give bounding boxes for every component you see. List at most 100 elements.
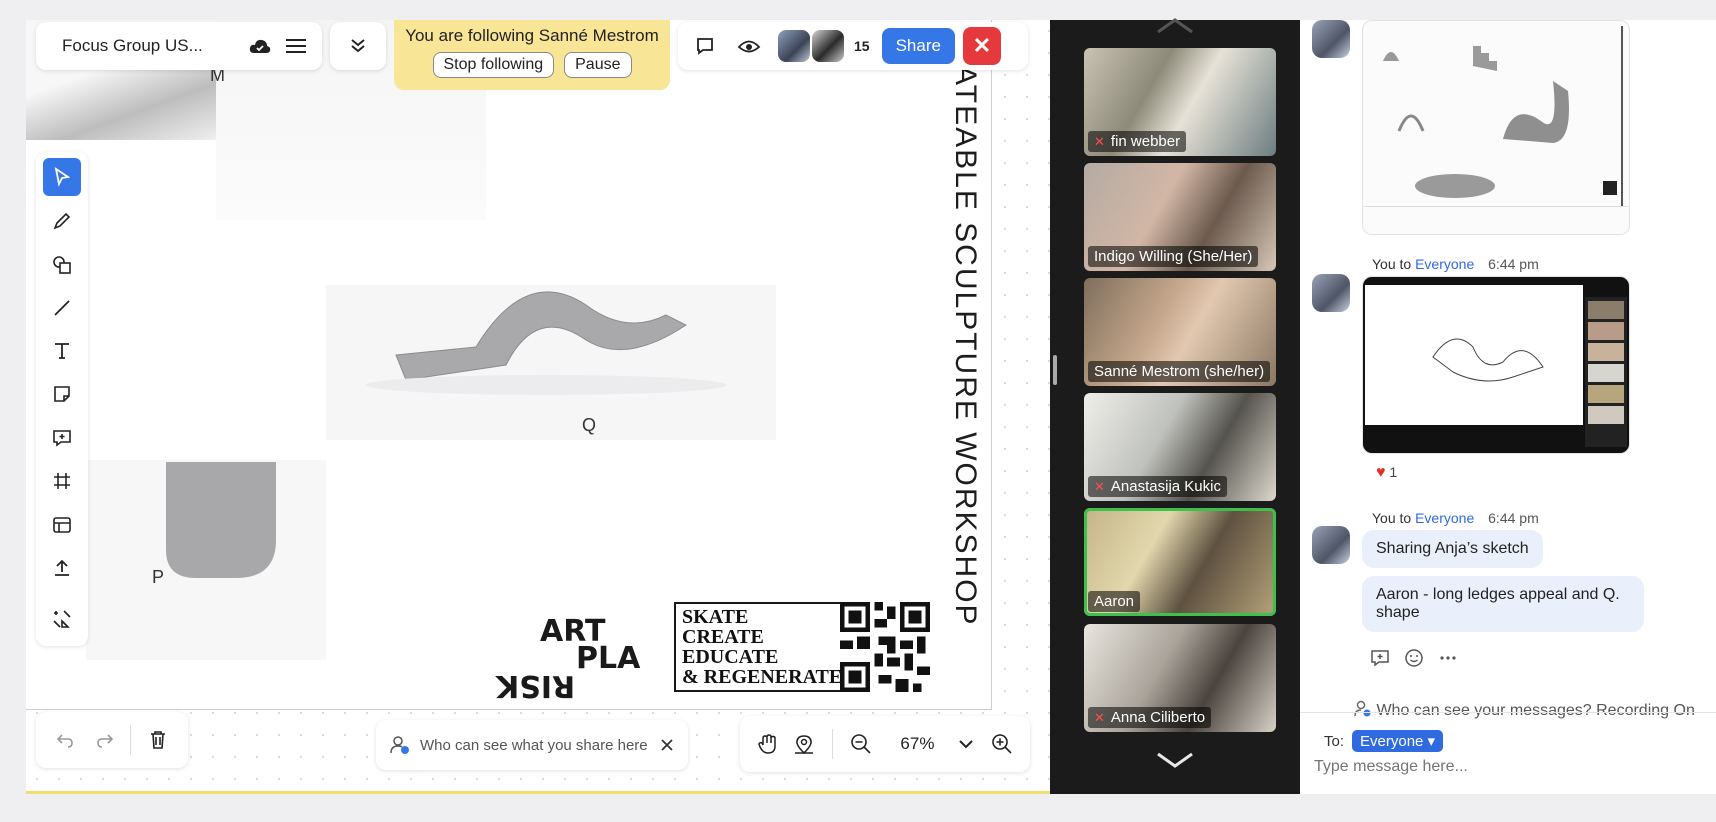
participant-name: Sanné Mestrom (she/her): [1088, 361, 1271, 382]
cloud-saved-icon[interactable]: [248, 34, 272, 58]
pen-tool[interactable]: [43, 202, 81, 240]
chat-privacy-notice[interactable]: Who can see your messages? Recording On: [1354, 700, 1695, 720]
mic-muted-icon: ✕: [1094, 133, 1105, 149]
line-tool[interactable]: [43, 289, 81, 327]
sticky-note-icon: [54, 386, 70, 402]
who-can-see-text[interactable]: Who can see what you share here: [420, 737, 660, 754]
recipient-value: Everyone: [1360, 733, 1424, 750]
pause-button[interactable]: Pause: [564, 52, 632, 78]
zoom-in-icon[interactable]: [984, 726, 1020, 762]
collapse-toolbar-button[interactable]: [330, 22, 386, 70]
gallery-scroll-down-icon[interactable]: [1150, 750, 1200, 770]
message-time: 6:44 pm: [1488, 256, 1539, 272]
add-reaction-icon[interactable]: [1404, 648, 1424, 668]
select-tool[interactable]: [43, 158, 81, 196]
video-tile[interactable]: Sanné Mestrom (she/her): [1084, 278, 1276, 386]
message-recipient[interactable]: Everyone: [1415, 510, 1474, 526]
whiteboard-canvas[interactable]: M Q P ATEABLE SCULPTURE WORKSHOP ART PLA…: [26, 20, 1050, 794]
skate-line: SKATE: [682, 606, 749, 628]
redo-icon[interactable]: [90, 725, 120, 755]
reaction[interactable]: ♥ 1: [1376, 464, 1397, 482]
visibility-icon[interactable]: [734, 31, 764, 61]
art-play-risk-logo: ART PLA RISK: [496, 617, 640, 704]
chat-image-screenshot[interactable]: [1362, 276, 1630, 454]
sticky-note-tool[interactable]: [43, 375, 81, 413]
more-tools[interactable]: [43, 600, 81, 638]
participant-name-text: Aaron: [1094, 593, 1135, 610]
letter-q: Q: [582, 415, 597, 435]
reply-icon[interactable]: [1370, 648, 1390, 668]
zoom-level[interactable]: 67%: [895, 734, 941, 754]
chat-message-input[interactable]: [1314, 758, 1694, 776]
participant-name: ✕ fin webber: [1088, 131, 1187, 152]
video-tile-active-speaker[interactable]: Aaron: [1084, 508, 1276, 616]
shapes-tool[interactable]: [43, 246, 81, 284]
avatar: [1312, 526, 1350, 564]
comment-tool[interactable]: [43, 419, 81, 457]
frame-tool[interactable]: [43, 462, 81, 500]
text-tool[interactable]: [43, 332, 81, 370]
template-tool[interactable]: [43, 506, 81, 544]
skate-create-logo: SKATE CREATE EDUCATE & REGENERATE: [674, 602, 851, 692]
upload-icon: [55, 559, 69, 576]
avatar[interactable]: [778, 30, 810, 62]
comment-add-icon: [53, 430, 71, 447]
mic-muted-icon: ✕: [1094, 709, 1105, 725]
zoom-out-icon[interactable]: [843, 726, 879, 762]
menu-icon[interactable]: [284, 34, 308, 58]
trash-icon[interactable]: [143, 725, 173, 755]
avatar[interactable]: [812, 30, 844, 62]
upload-tool[interactable]: [43, 549, 81, 587]
share-button[interactable]: Share: [881, 28, 955, 64]
more-options-icon[interactable]: [1438, 648, 1458, 668]
qr-code: [840, 602, 930, 692]
participant-name-text: Sanné Mestrom (she/her): [1094, 363, 1265, 380]
participant-count[interactable]: 15: [854, 38, 870, 54]
shapes-icon: [53, 256, 71, 274]
message-sender: You to: [1372, 256, 1412, 272]
close-button[interactable]: ✕: [962, 27, 1001, 65]
chat-message-bubble[interactable]: Aaron - long ledges appeal and Q. shape: [1362, 576, 1644, 632]
skate-line: CREATE: [682, 626, 764, 648]
more-tools-icon: [53, 610, 71, 628]
resize-handle[interactable]: [1053, 355, 1057, 385]
share-visibility-bar: Who can see what you share here: [376, 720, 688, 770]
close-icon[interactable]: [660, 738, 674, 752]
board-title-bar: Focus Group US...: [36, 22, 322, 70]
video-tile[interactable]: ✕ Anna Ciliberto: [1084, 624, 1276, 732]
comment-icon[interactable]: [690, 31, 720, 61]
message-time: 6:44 pm: [1488, 510, 1539, 526]
sculpture-image-wave: [326, 285, 776, 440]
chevron-down-icon[interactable]: [948, 726, 984, 762]
stop-following-button[interactable]: Stop following: [432, 52, 555, 78]
video-tile[interactable]: ✕ fin webber: [1084, 48, 1276, 156]
board-title[interactable]: Focus Group US...: [62, 36, 236, 56]
participant-name-text: fin webber: [1110, 133, 1181, 150]
message-actions: [1370, 648, 1458, 668]
zoom-toolbar: 67%: [740, 716, 1030, 772]
sculpture-image-u: [86, 460, 326, 660]
message-meta: You to Everyone 6:44 pm: [1372, 510, 1539, 526]
participant-name: Aaron: [1088, 591, 1141, 612]
participant-name-text: Anastasija Kukic: [1110, 478, 1221, 495]
chat-message-bubble[interactable]: Sharing Anja’s sketch: [1362, 530, 1543, 568]
message-recipient[interactable]: Everyone: [1415, 256, 1474, 272]
screenshot-thumbnail: [1365, 285, 1627, 447]
avatar: [1312, 20, 1350, 58]
participant-name-text: Anna Ciliberto: [1110, 709, 1206, 726]
board-content: M Q P ATEABLE SCULPTURE WORKSHOP ART PLA…: [26, 20, 992, 710]
mic-muted-icon: ✕: [1094, 478, 1105, 494]
cursor-icon: [54, 167, 71, 187]
gallery-scroll-up-icon[interactable]: [1150, 16, 1200, 36]
following-banner: You are following Sanné Mestrom Stop fol…: [394, 20, 670, 90]
participant-name-text: Indigo Willing (She/Her): [1094, 248, 1253, 265]
locate-icon[interactable]: [786, 726, 822, 762]
hand-pan-icon[interactable]: [750, 726, 786, 762]
recipient-select[interactable]: Everyone ▾: [1352, 730, 1444, 752]
video-tile[interactable]: Indigo Willing (She/Her): [1084, 163, 1276, 271]
undo-icon[interactable]: [50, 725, 80, 755]
to-label: To:: [1324, 732, 1345, 750]
participant-name: ✕ Anastasija Kukic: [1088, 476, 1227, 497]
video-tile[interactable]: ✕ Anastasija Kukic: [1084, 393, 1276, 501]
chat-image-sculptures[interactable]: [1362, 20, 1630, 235]
